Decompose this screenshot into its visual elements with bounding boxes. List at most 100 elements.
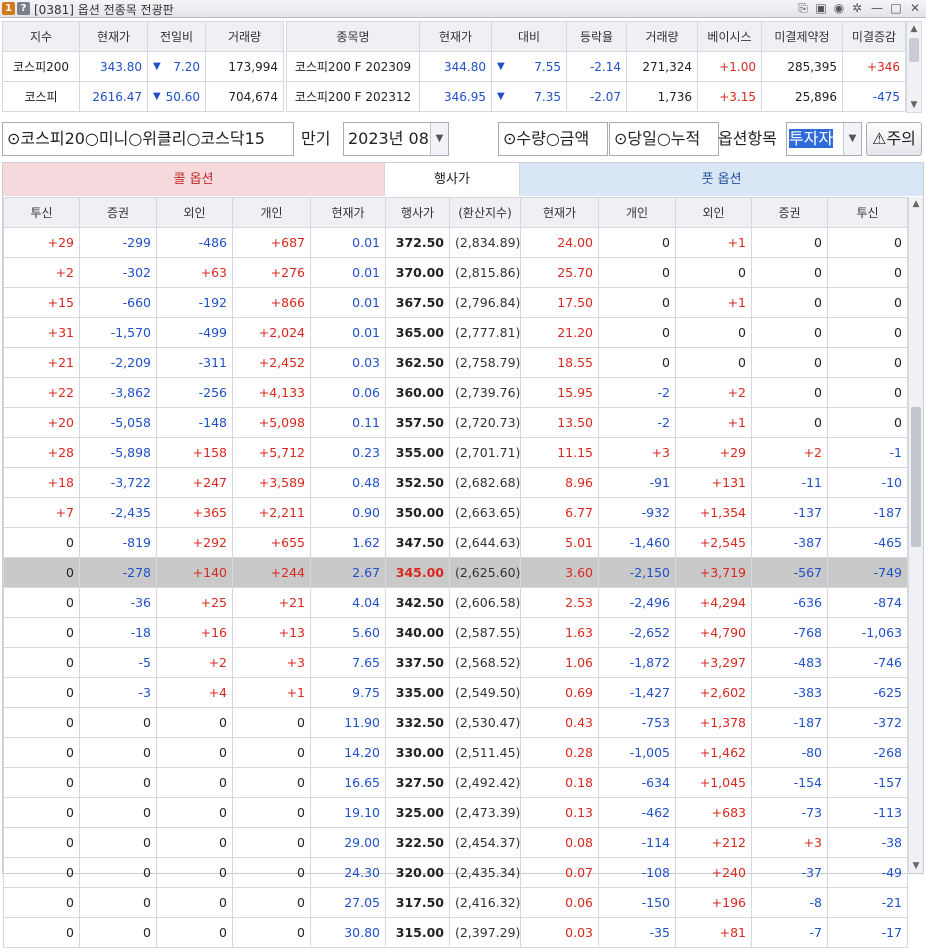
index-row[interactable]: 코스피200 343.80 ▼ 7.20 173,994 [2,51,284,82]
scroll-thumb[interactable] [911,407,921,547]
minimize-button[interactable]: — [870,1,884,16]
chain-row[interactable]: 0 0 0 0 27.05 317.50 (2,416.32) 0.06 -150 +196 -8-… [3,887,908,918]
chain-row[interactable]: +31 -1,570 -499 +2,024 0.01 365.00 (2,777.81) 2… [3,317,908,348]
column-header[interactable]: 투신 [827,197,908,228]
chain-row[interactable]: 0 -819 +292 +655 1.62 347.50 (2,644.63) 5.01 -1,… [3,527,908,558]
call-price: 29.00 [310,827,386,858]
column-header[interactable]: 거래량 [626,21,698,52]
call-trust: +31 [3,317,80,348]
maximize-button[interactable]: □ [889,1,903,16]
put-trust: -113 [827,797,908,828]
futures-row[interactable]: 코스피200 F 202312 346.95 ▼ 7.35 -2.07 1,736 +3.1… [286,81,906,112]
call-foreign: +4 [156,677,233,708]
column-header[interactable]: 현재가 [520,197,599,228]
call-trust: 0 [3,857,80,888]
window-number-badge[interactable]: 1 [2,2,15,15]
period-radio-group[interactable]: ⊙당일○누적 [609,122,719,156]
chain-row[interactable]: +15 -660 -192 +866 0.01 367.50 (2,796.84) 17.50… [3,287,908,318]
index-row[interactable]: 코스피 2616.47 ▼ 50.60 704,674 [2,81,284,112]
chain-row[interactable]: 0 0 0 0 16.65 327.50 (2,492.42) 0.18 -634 +1,045-… [3,767,908,798]
column-header[interactable]: 미결제약정 [761,21,843,52]
close-button[interactable]: ✕ [908,1,922,16]
column-header[interactable]: 현재가 [419,21,492,52]
quantity-radio-group[interactable]: ⊙수량○금액 [498,122,608,156]
column-header[interactable]: 미결증감 [842,21,906,52]
chain-row[interactable]: 0 0 0 0 24.30 320.00 (2,435.34) 0.07 -108 +240 -37… [3,857,908,888]
futures-row[interactable]: 코스피200 F 202309 344.80 ▼ 7.55 -2.14 271,324 +1… [286,51,906,82]
column-header[interactable]: 지수 [2,21,80,52]
chevron-down-icon[interactable]: ▼ [843,123,861,155]
call-trust: 0 [3,827,80,858]
chevron-down-icon[interactable]: ▼ [430,123,448,155]
column-header[interactable]: 베이시스 [697,21,762,52]
column-header[interactable]: (환산지수) [449,197,521,228]
chain-row[interactable]: +2 -302 +63 +276 0.01 370.00 (2,815.86) 25.70 0 0… [3,257,908,288]
column-header[interactable]: 현재가 [79,21,148,52]
camera-icon[interactable]: ◉ [832,1,846,16]
put-trust: -187 [827,497,908,528]
column-header[interactable]: 증권 [79,197,157,228]
chain-row[interactable]: +18 -3,722 +247 +3,589 0.48 352.50 (2,682.68) 8… [3,467,908,498]
column-header[interactable]: 투신 [3,197,80,228]
call-securities: 0 [79,827,157,858]
scroll-up-icon[interactable]: ▲ [909,197,923,211]
chain-row[interactable]: +21 -2,209 -311 +2,452 0.03 362.50 (2,758.79) 1… [3,347,908,378]
chain-row[interactable]: 0 0 0 0 19.10 325.00 (2,473.39) 0.13 -462 +683 -73… [3,797,908,828]
warning-button[interactable]: ⚠주의 [866,122,922,156]
scroll-down-icon[interactable]: ▼ [907,98,921,112]
copy-icon[interactable]: ▣ [814,1,828,16]
chain-row[interactable]: +22 -3,862 -256 +4,133 0.06 360.00 (2,739.76) 1… [3,377,908,408]
call-foreign: -486 [156,227,233,258]
chain-row[interactable]: +29 -299 -486 +687 0.01 372.50 (2,834.89) 24.00… [3,227,908,258]
put-foreign: 0 [675,317,752,348]
call-individual: +4,133 [232,377,311,408]
column-header[interactable]: 등락율 [566,21,627,52]
chain-row[interactable]: +28 -5,898 +158 +5,712 0.23 355.00 (2,701.71) 1… [3,437,908,468]
futures-scrollbar[interactable]: ▲ ▼ [906,21,922,113]
call-foreign: 0 [156,827,233,858]
column-header[interactable]: 개인 [598,197,676,228]
call-foreign: +2 [156,647,233,678]
call-trust: 0 [3,797,80,828]
column-header[interactable]: 거래량 [205,21,284,52]
atm-row[interactable]: 0 -278 +140 +244 2.67 345.00 (2,625.60) 3.60 -2,… [3,557,908,588]
column-header[interactable]: 외인 [156,197,233,228]
put-price: 3.60 [520,557,599,588]
help-icon[interactable]: ? [17,2,30,15]
column-header[interactable]: 외인 [675,197,752,228]
scroll-up-icon[interactable]: ▲ [907,22,921,36]
column-header[interactable]: 현재가 [310,197,386,228]
item-select[interactable]: 투자자 ▼ [786,122,862,156]
chain-row[interactable]: 0 0 0 0 11.90 332.50 (2,530.47) 0.43 -753 +1,378-… [3,707,908,738]
column-header[interactable]: 행사가 [385,197,450,228]
chain-scrollbar[interactable]: ▲ ▼ [908,197,923,873]
put-securities: -636 [751,587,828,618]
chain-row[interactable]: 0 0 0 0 29.00 322.50 (2,454.37) 0.08 -114 +212 +3-… [3,827,908,858]
call-trust: 0 [3,647,80,678]
put-securities: +2 [751,437,828,468]
scroll-down-icon[interactable]: ▼ [909,859,923,873]
settings-icon[interactable]: ✲ [850,1,864,16]
chain-row[interactable]: +7 -2,435 +365 +2,211 0.90 350.00 (2,663.65) 6.… [3,497,908,528]
put-foreign: 0 [675,257,752,288]
column-header[interactable]: 종목명 [286,21,420,52]
column-header[interactable]: 증권 [751,197,828,228]
market-radio-group[interactable]: ⊙코스피20○미니○위클리○코스닥15 [2,122,294,156]
scroll-thumb[interactable] [909,38,919,62]
chain-row[interactable]: 0 -36 +25 +21 4.04 342.50 (2,606.58) 2.53 -2,496… [3,587,908,618]
column-header[interactable]: 대비 [491,21,567,52]
chain-row[interactable]: 0 -18 +16 +13 5.60 340.00 (2,587.55) 1.63 -2,652… [3,617,908,648]
link-icon[interactable]: ⎘ [796,1,810,16]
call-securities: 0 [79,887,157,918]
chain-row[interactable]: 0 -5 +2 +3 7.65 337.50 (2,568.52) 1.06 -1,872 +3,… [3,647,908,678]
column-header[interactable]: 전일비 [147,21,206,52]
column-header[interactable]: 개인 [232,197,311,228]
call-trust: 0 [3,527,80,558]
expiry-select[interactable]: 2023년 08 ▼ [343,122,449,156]
chain-row[interactable]: 0 0 0 0 14.20 330.00 (2,511.45) 0.28 -1,005 +1,46… [3,737,908,768]
chain-row[interactable]: +20 -5,058 -148 +5,098 0.11 357.50 (2,720.73) 1… [3,407,908,438]
call-price: 14.20 [310,737,386,768]
chain-row[interactable]: 0 -3 +4 +1 9.75 335.00 (2,549.50) 0.69 -1,427 +2,… [3,677,908,708]
call-securities: -1,570 [79,317,157,348]
chain-row[interactable]: 0 0 0 0 30.80 315.00 (2,397.29) 0.03 -35 +81 -7 -17 [3,917,908,948]
